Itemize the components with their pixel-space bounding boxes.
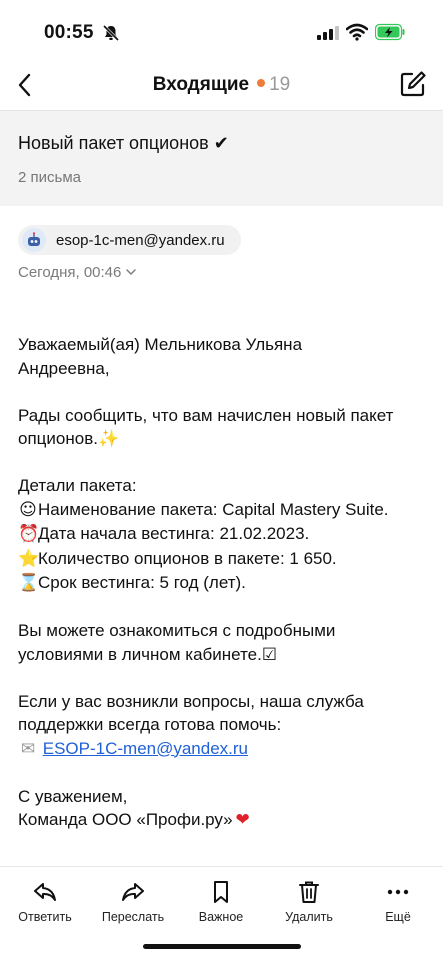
- important-button[interactable]: Важное: [178, 879, 264, 924]
- more-label: Ещё: [385, 910, 411, 924]
- signature-text: Команда ООО «Профи.ру»: [18, 810, 233, 829]
- important-label: Важное: [198, 910, 244, 924]
- nav-bar: Входящие 19: [0, 60, 443, 110]
- compose-icon[interactable]: [399, 70, 427, 98]
- body-line: поддержки всегда готова помочь:: [18, 715, 282, 734]
- details-section: Детали пакета: ☺Наименование пакета: Cap…: [18, 474, 433, 596]
- robot-icon: [28, 232, 40, 246]
- details-title: Детали пакета:: [18, 476, 137, 495]
- closing: С уважением, Команда ООО «Профи.ру» ❤: [18, 785, 433, 833]
- delete-label: Удалить: [285, 910, 333, 924]
- detail-text: Срок вестинга: 5 год (лет).: [38, 573, 246, 592]
- body-line: Если у вас возникли вопросы, наша служба: [18, 691, 364, 711]
- hourglass-icon: ⌛: [18, 573, 40, 593]
- thread-subject: Новый пакет опционов ✔: [18, 133, 229, 153]
- signal-icon: [317, 26, 339, 40]
- detail-text: Количество опционов в пакете: 1 650.: [38, 548, 337, 568]
- detail-item: ☺Наименование пакета: Capital Mastery Su…: [18, 498, 433, 523]
- unread-dot: [257, 79, 266, 88]
- body-line: Уважаемый(ая) Мельникова Ульяна: [18, 335, 303, 354]
- unread-count: 19: [269, 74, 291, 95]
- smile-icon: ☺: [19, 499, 37, 520]
- body-line: условиями в личном кабинете.☑: [18, 644, 278, 664]
- detail-item: ⏰Дата начала вестинга: 21.02.2023.: [18, 522, 433, 547]
- greeting: Уважаемый(ая) Мельникова Ульяна Андреевн…: [18, 333, 433, 380]
- delete-button[interactable]: Удалить: [266, 879, 352, 924]
- chevron-down-icon: [126, 269, 137, 275]
- home-indicator[interactable]: [143, 944, 301, 949]
- envelope-icon: ✉: [20, 738, 36, 759]
- reply-icon: [34, 883, 56, 901]
- star-icon: ⭐: [18, 548, 40, 569]
- body-line: Рады сообщить, что вам начислен новый па…: [18, 405, 394, 425]
- body-line: С уважением,: [18, 786, 128, 806]
- forward-icon: [122, 883, 144, 901]
- thread-header: Новый пакет опционов ✔ 2 письма: [0, 110, 443, 206]
- support: Если у вас возникли вопросы, наша служба…: [18, 690, 433, 762]
- detail-item: ⭐Количество опционов в пакете: 1 650.: [18, 547, 433, 572]
- alarm-clock-icon: ⏰: [18, 524, 40, 544]
- body-line: опционов.✨: [18, 429, 120, 448]
- detail-text: Дата начала вестинга: 21.02.2023.: [38, 524, 310, 543]
- sender-email: esop-1c-men@yandex.ru: [56, 231, 225, 249]
- support-contact: ✉ ESOP-1C-men@yandex.ru: [18, 737, 433, 762]
- battery-charging-icon: [375, 23, 405, 41]
- heart-icon: ❤: [235, 810, 250, 830]
- forward-label: Переслать: [101, 910, 165, 924]
- detail-item: ⌛Срок вестинга: 5 год (лет).: [18, 571, 433, 596]
- date-text: Сегодня, 00:46: [18, 264, 122, 281]
- support-email-link[interactable]: ESOP-1C-men@yandex.ru: [43, 739, 248, 758]
- message-body: Уважаемый(ая) Мельникова Ульяна Андреевн…: [18, 333, 433, 856]
- forward-button[interactable]: Переслать: [90, 879, 176, 924]
- sender-chip[interactable]: esop-1c-men@yandex.ru: [18, 225, 241, 255]
- bookmark-icon: [214, 881, 228, 903]
- detail-text: Наименование пакета: Capital Mastery Sui…: [38, 499, 389, 519]
- thread-message-count: 2 письма: [18, 169, 81, 186]
- bell-slash-icon: [102, 24, 120, 42]
- more-button[interactable]: Ещё: [355, 879, 441, 924]
- more-icon: [387, 889, 409, 895]
- reply-label: Ответить: [18, 910, 72, 924]
- info: Вы можете ознакомиться с подробными усло…: [18, 619, 433, 666]
- status-time: 00:55: [44, 22, 94, 43]
- message-date[interactable]: Сегодня, 00:46: [18, 264, 137, 281]
- body-line: Вы можете ознакомиться с подробными: [18, 621, 336, 640]
- body-line: Команда ООО «Профи.ру» ❤: [18, 808, 433, 833]
- wifi-icon: [346, 23, 368, 41]
- intro: Рады сообщить, что вам начислен новый па…: [18, 404, 433, 451]
- folder-name: Входящие: [152, 74, 250, 95]
- page-title: Входящие 19: [0, 74, 443, 96]
- status-bar: 00:55: [0, 0, 443, 60]
- avatar: [22, 228, 46, 252]
- reply-button[interactable]: Ответить: [2, 879, 88, 924]
- body-line: Андреевна,: [18, 358, 110, 378]
- trash-icon: [299, 881, 319, 903]
